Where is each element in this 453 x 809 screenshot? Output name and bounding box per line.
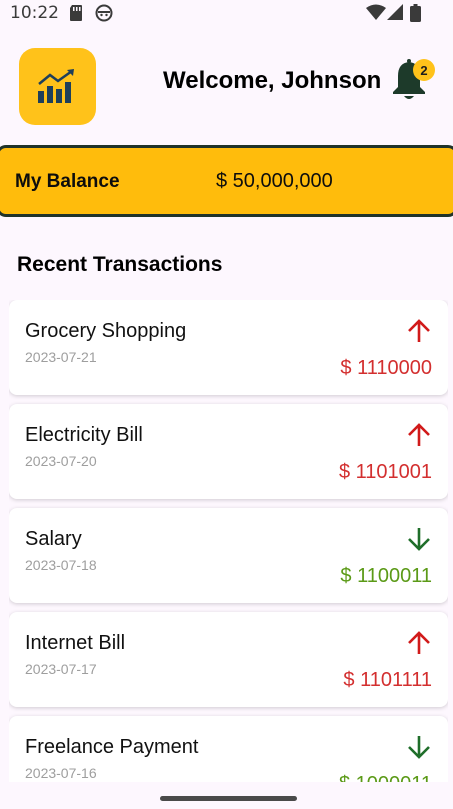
transaction-amount: $ 1101111 xyxy=(343,669,432,691)
android-face-icon xyxy=(95,4,113,22)
transaction-date: 2023-07-17 xyxy=(25,661,97,677)
transaction-date: 2023-07-16 xyxy=(25,765,97,781)
sd-card-icon xyxy=(70,5,82,21)
arrow-up-icon xyxy=(408,423,430,446)
transaction-card[interactable]: Grocery Shopping 2023-07-21 $ 1110000 xyxy=(9,300,448,395)
transaction-title: Salary xyxy=(25,528,82,550)
notification-badge: 2 xyxy=(413,59,435,81)
transaction-card[interactable]: Electricity Bill 2023-07-20 $ 1101001 xyxy=(9,404,448,499)
transaction-card[interactable]: Freelance Payment 2023-07-16 $ 1000011 xyxy=(9,716,448,782)
arrow-up-icon xyxy=(408,631,430,654)
recent-transactions-heading: Recent Transactions xyxy=(17,253,223,276)
transaction-date: 2023-07-20 xyxy=(25,453,97,469)
battery-icon xyxy=(410,4,421,22)
transaction-list[interactable]: Grocery Shopping 2023-07-21 $ 1110000 El… xyxy=(9,300,448,782)
trending-chart-icon xyxy=(37,68,74,103)
transaction-amount: $ 1000011 xyxy=(339,773,432,782)
transaction-amount: $ 1101001 xyxy=(338,461,432,483)
arrow-down-icon xyxy=(408,528,430,551)
arrow-down-icon xyxy=(408,736,430,759)
transaction-title: Grocery Shopping xyxy=(25,320,187,342)
wifi-icon xyxy=(366,4,386,20)
transaction-date: 2023-07-18 xyxy=(25,557,97,573)
balance-label: My Balance xyxy=(15,171,120,192)
arrow-up-icon xyxy=(408,319,430,342)
balance-value: $ 50,000,000 xyxy=(216,170,333,192)
balance-card: My Balance $ 50,000,000 xyxy=(0,145,453,217)
welcome-message: Welcome, Johnson xyxy=(163,67,382,94)
notifications-button[interactable]: 2 xyxy=(389,58,435,102)
transaction-amount: $ 1100011 xyxy=(340,565,432,587)
transaction-amount: $ 1110000 xyxy=(340,357,432,379)
transaction-title: Internet Bill xyxy=(25,632,126,654)
home-indicator[interactable] xyxy=(160,796,297,801)
transaction-date: 2023-07-21 xyxy=(25,349,97,365)
transaction-card[interactable]: Internet Bill 2023-07-17 $ 1101111 xyxy=(9,612,448,707)
status-bar: 10:22 xyxy=(0,0,453,28)
transaction-card[interactable]: Salary 2023-07-18 $ 1100011 xyxy=(9,508,448,603)
app-screen: 10:22 Welcome, Johnson 2 My Balance $ 50… xyxy=(0,0,453,809)
transaction-title: Electricity Bill xyxy=(25,424,143,446)
cell-signal-icon xyxy=(387,4,403,20)
status-time: 10:22 xyxy=(10,3,59,23)
transaction-title: Freelance Payment xyxy=(25,736,199,758)
app-logo xyxy=(19,48,96,125)
